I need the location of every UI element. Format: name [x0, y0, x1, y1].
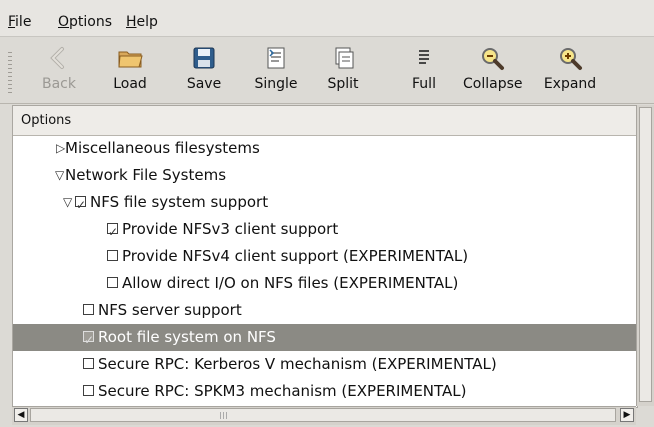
tree-row-nfsv4[interactable]: Provide NFSv4 client support (EXPERIMENT… — [13, 243, 637, 270]
tree-row-kerberos[interactable]: Secure RPC: Kerberos V mechanism (EXPERI… — [13, 351, 637, 378]
expand-label: Expand — [543, 76, 597, 92]
spkm3-checkbox[interactable] — [83, 385, 94, 396]
back-button[interactable]: Back — [30, 45, 88, 99]
tree-row-direct-io[interactable]: Allow direct I/O on NFS files (EXPERIMEN… — [13, 270, 637, 297]
row-text: Provide NFSv4 client support (EXPERIMENT… — [122, 247, 469, 265]
tree-row-nfs-support[interactable]: ▽ NFS file system support — [13, 189, 637, 219]
nfs-server-checkbox[interactable] — [83, 304, 94, 315]
options-tree[interactable]: Options ▷ Miscellaneous filesystems ▽ Ne… — [12, 105, 638, 408]
tree-row-nfsv3[interactable]: Provide NFSv3 client support — [13, 216, 637, 246]
menu-bar: File Options Help — [0, 0, 654, 37]
kerberos-checkbox[interactable] — [83, 358, 94, 369]
row-text: Allow direct I/O on NFS files (EXPERIMEN… — [122, 274, 459, 292]
back-arrow-icon — [50, 47, 64, 69]
toolbar-grip[interactable] — [8, 52, 12, 94]
menu-help-rest: elp — [136, 14, 158, 30]
scroll-grip-icon — [220, 412, 228, 419]
menu-file-mnemonic: F — [8, 14, 16, 30]
full-view-icon — [419, 50, 429, 64]
nfsv3-checkbox[interactable] — [107, 219, 118, 246]
menu-options[interactable]: Options — [58, 14, 112, 30]
split-label: Split — [327, 76, 359, 92]
row-text: Network File Systems — [65, 166, 227, 184]
expand-button[interactable]: Expand — [541, 45, 599, 99]
single-view-icon — [267, 47, 285, 69]
collapse-label: Collapse — [463, 76, 523, 92]
row-text: Secure RPC: Kerberos V mechanism (EXPERI… — [98, 355, 497, 373]
vertical-scrollbar[interactable] — [636, 105, 654, 406]
nfs-support-checkbox[interactable] — [75, 192, 86, 219]
menu-help-mnemonic: H — [126, 14, 137, 30]
menu-file[interactable]: File — [8, 14, 31, 30]
menu-help[interactable]: Help — [126, 14, 158, 30]
row-text: NFS file system support — [90, 193, 269, 211]
row-text: NFS server support — [98, 301, 242, 319]
full-label: Full — [412, 76, 436, 92]
tree-row-nfs-server[interactable]: NFS server support — [13, 297, 637, 324]
row-text: Secure RPC: SPKM3 mechanism (EXPERIMENTA… — [98, 382, 467, 400]
horizontal-scroll-thumb[interactable] — [30, 408, 616, 422]
horizontal-scrollbar[interactable]: ◀ ▶ — [12, 406, 636, 425]
row-text: Provide NFSv3 client support — [122, 220, 339, 238]
collapse-button[interactable]: Collapse — [463, 45, 523, 99]
save-button[interactable]: Save — [175, 45, 233, 99]
zoom-out-icon — [482, 48, 504, 70]
direct-io-checkbox[interactable] — [107, 277, 118, 288]
tree-row-misc-filesystems[interactable]: ▷ Miscellaneous filesystems — [13, 135, 637, 162]
back-label: Back — [42, 76, 76, 92]
scroll-right-icon[interactable]: ▶ — [620, 408, 634, 422]
row-text: Miscellaneous filesystems — [65, 139, 260, 157]
root-nfs-checkbox[interactable] — [83, 327, 94, 354]
single-button[interactable]: Single — [247, 45, 305, 99]
floppy-disk-icon — [193, 47, 215, 69]
menu-options-mnemonic: O — [58, 14, 70, 30]
nfsv4-checkbox[interactable] — [107, 250, 118, 261]
load-button[interactable]: Load — [101, 45, 159, 99]
options-column-header[interactable]: Options — [13, 106, 637, 136]
vertical-scroll-thumb[interactable] — [639, 107, 652, 402]
tree-row-network-file-systems[interactable]: ▽ Network File Systems — [13, 162, 637, 189]
menu-options-rest: ptions — [69, 14, 113, 30]
tree-row-root-nfs-selected[interactable]: Root file system on NFS — [13, 324, 637, 354]
scroll-left-icon[interactable]: ◀ — [14, 408, 28, 422]
save-label: Save — [186, 76, 222, 92]
toolbar: Back Load Save Single Split Full Collaps… — [0, 37, 654, 104]
split-view-icon — [335, 47, 354, 69]
tree-row-spkm3[interactable]: Secure RPC: SPKM3 mechanism (EXPERIMENTA… — [13, 378, 637, 405]
load-label: Load — [113, 76, 147, 92]
menu-file-rest: ile — [15, 14, 32, 30]
zoom-in-icon — [560, 48, 582, 70]
full-button[interactable]: Full — [395, 45, 453, 99]
single-label: Single — [254, 76, 298, 92]
folder-icon — [118, 51, 143, 68]
row-text: Root file system on NFS — [98, 328, 276, 346]
split-button[interactable]: Split — [314, 45, 372, 99]
